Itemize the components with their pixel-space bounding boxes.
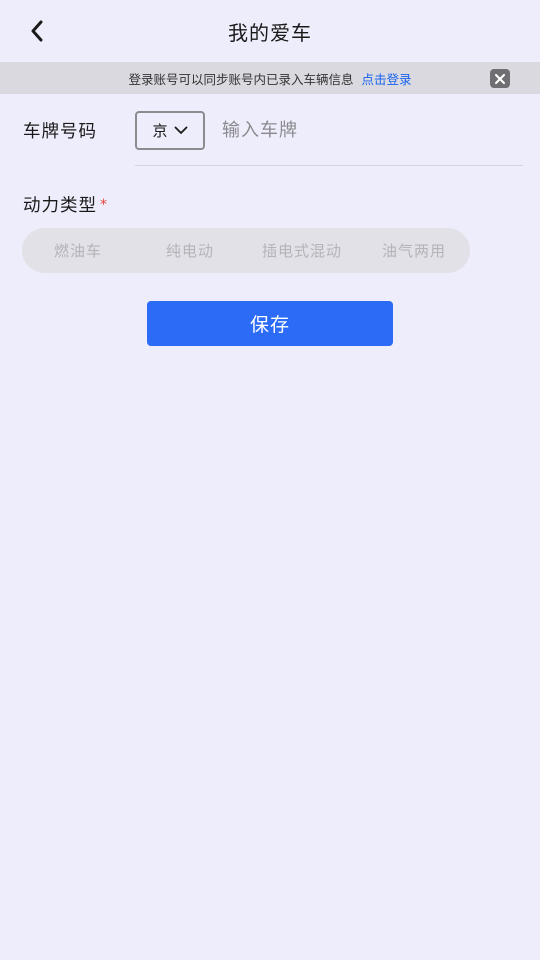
province-value: 京	[152, 122, 168, 140]
my-car-page: 我的爱车 登录账号可以同步账号内已录入车辆信息点击登录 车牌号码 京 动力类型*…	[0, 0, 540, 960]
province-select[interactable]: 京	[135, 111, 205, 150]
login-notice-bar: 登录账号可以同步账号内已录入车辆信息 点击登录	[0, 62, 540, 94]
header: 我的爱车	[0, 0, 540, 62]
power-option-electric[interactable]: 纯电动	[134, 228, 246, 273]
login-link[interactable]: 点击登录	[362, 72, 412, 87]
save-button[interactable]: 保存	[147, 301, 393, 346]
login-notice: 登录账号可以同步账号内已录入车辆信息 点击登录	[0, 69, 540, 88]
page-title: 我的爱车	[228, 21, 312, 45]
power-type-label: 动力类型 *	[23, 192, 108, 217]
plate-divider	[135, 165, 523, 166]
power-option-plugin-hybrid[interactable]: 插电式混动	[246, 228, 358, 273]
close-icon	[495, 73, 505, 84]
required-mark: *	[100, 197, 108, 213]
notice-close-button[interactable]	[490, 69, 510, 88]
power-type-segmented-control: 燃油车 纯电动 插电式混动 油气两用	[22, 228, 470, 273]
plate-number-input[interactable]	[222, 115, 512, 145]
power-option-fuel[interactable]: 燃油车	[22, 228, 134, 273]
plate-number-label: 车牌号码	[23, 122, 97, 142]
power-option-dual-fuel[interactable]: 油气两用	[358, 228, 470, 273]
power-type-label-text: 动力类型	[23, 196, 97, 216]
login-notice-text: 登录账号可以同步账号内已录入车辆信息	[128, 72, 354, 87]
chevron-down-icon	[174, 126, 187, 134]
